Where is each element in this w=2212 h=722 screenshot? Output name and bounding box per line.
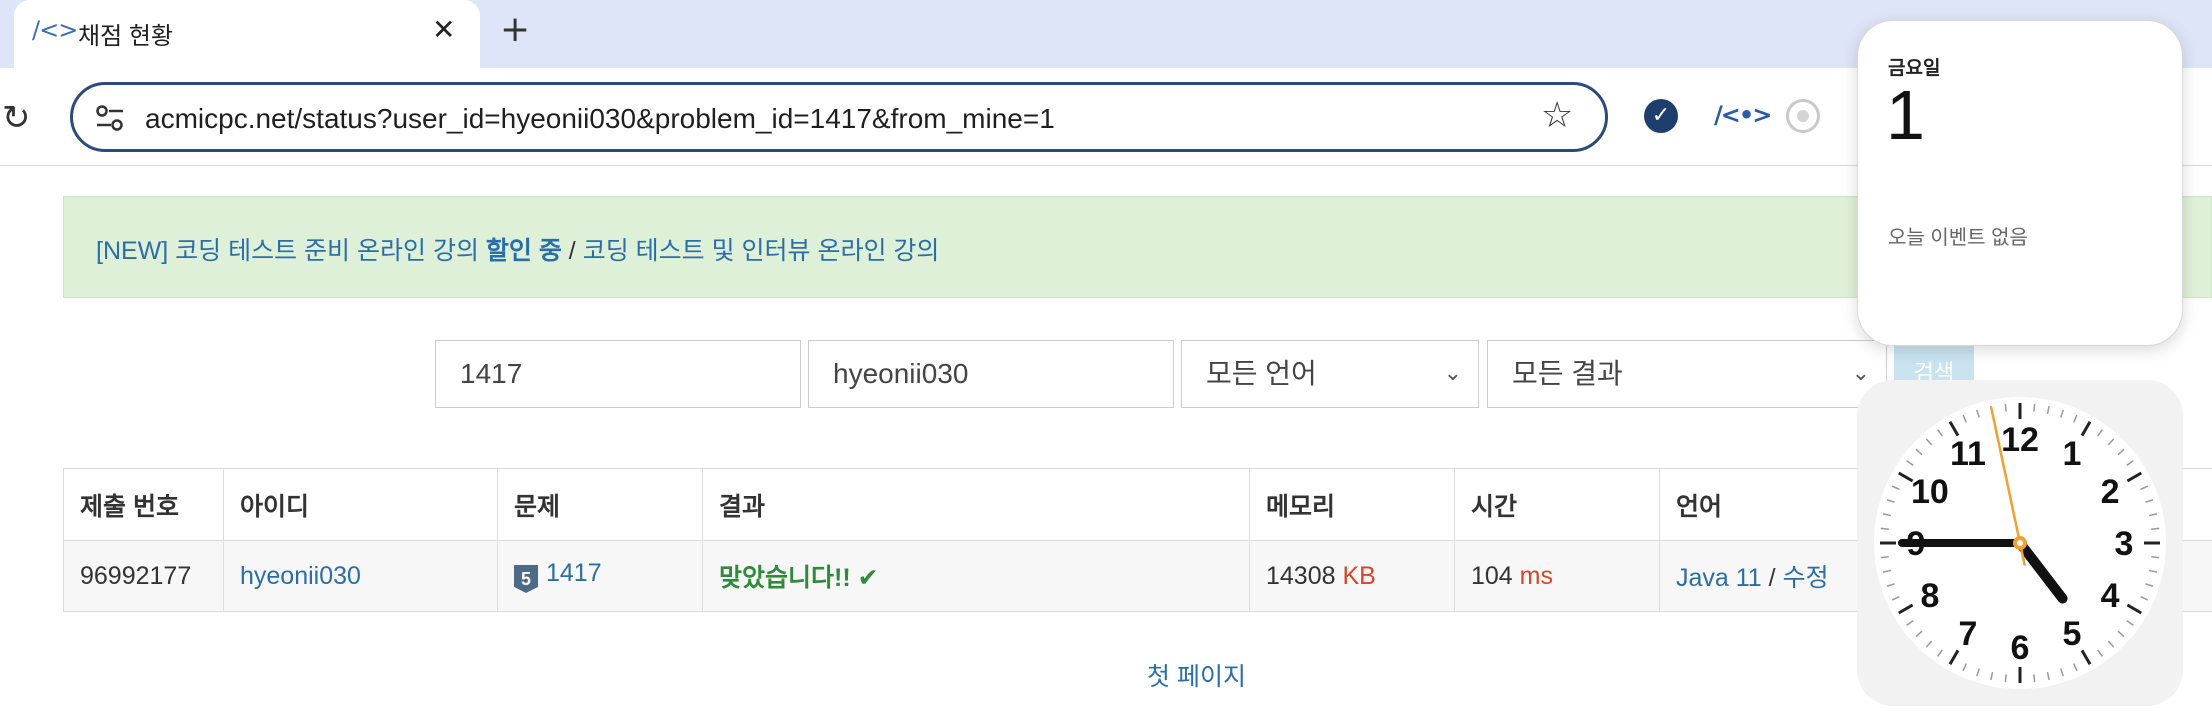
header-problem: 문제: [497, 468, 703, 541]
calendar-no-events: 오늘 이벤트 없음: [1888, 227, 2028, 249]
time-unit: ms: [1519, 561, 1553, 590]
clock-number: 12: [2001, 421, 2039, 459]
time-cell: 104 ms: [1454, 540, 1660, 612]
tab-status[interactable]: /<> 채점 현황 ✕: [14, 0, 480, 68]
problem-id-input[interactable]: 1417: [435, 340, 801, 408]
check-mark-icon: ✔: [857, 564, 879, 592]
check-extension-icon[interactable]: ✓: [1644, 99, 1678, 133]
clock-center-dot: [2017, 540, 2023, 546]
memory-cell: 14308 KB: [1249, 540, 1455, 612]
tab-close-icon[interactable]: ✕: [432, 13, 455, 46]
address-bar[interactable]: acmicpc.net/status?user_id=hyeonii030&pr…: [70, 82, 1608, 152]
clock-number: 5: [2063, 615, 2082, 653]
banner-text: [NEW] 코딩 테스트 준비 온라인 강의 할인 중 / 코딩 테스트 및 인…: [96, 237, 940, 265]
site-settings-icon[interactable]: [95, 104, 125, 132]
header-user: 아이디: [223, 468, 498, 541]
clock-number: 1: [2063, 435, 2082, 473]
user-id-input[interactable]: hyeonii030: [808, 340, 1174, 408]
clock-number: 8: [1920, 577, 1939, 615]
clock-number: 10: [1911, 473, 1949, 511]
clock-tick: [2004, 674, 2007, 683]
calendar-day: 1: [1886, 76, 1925, 154]
clock-tick: [2004, 403, 2007, 412]
clock-number: 6: [2011, 629, 2030, 667]
clock-tick: [2033, 403, 2036, 412]
result-cell: 맞았습니다!! ✔: [702, 540, 1250, 612]
clock-tick: [1880, 527, 1889, 530]
problem-cell: 5 1417: [497, 540, 703, 612]
time-value: 104: [1471, 561, 1513, 590]
problem-link[interactable]: 1417: [546, 559, 602, 587]
memory-value: 14308: [1266, 561, 1336, 590]
url-text[interactable]: acmicpc.net/status?user_id=hyeonii030&pr…: [145, 103, 1055, 135]
clock-tick: [2151, 556, 2160, 559]
clock-widget[interactable]: 121234567891011: [1857, 380, 2183, 706]
circle-extension-icon[interactable]: [1786, 99, 1820, 133]
header-submission-id: 제출 번호: [63, 468, 224, 541]
banner-link-interview[interactable]: 코딩 테스트 및 인터뷰 온라인 강의: [583, 237, 940, 265]
submission-id: 96992177: [63, 540, 224, 612]
chevron-down-icon: ⌄: [1443, 361, 1462, 386]
header-result: 결과: [702, 468, 1250, 541]
clock-number: 4: [2101, 577, 2120, 615]
clock-number: 7: [1959, 615, 1978, 653]
new-tab-button[interactable]: +: [500, 9, 530, 50]
user-link[interactable]: hyeonii030: [240, 562, 361, 590]
language-link[interactable]: Java 11: [1676, 564, 1762, 592]
result-select-value: 모든 결과: [1512, 358, 1623, 389]
memory-unit: KB: [1342, 561, 1376, 590]
bookmark-star-icon[interactable]: ☆: [1541, 95, 1573, 136]
first-page-link[interactable]: 첫 페이지: [1147, 657, 1246, 693]
language-select-value: 모든 언어: [1206, 358, 1317, 389]
banner-link-course[interactable]: [NEW] 코딩 테스트 준비 온라인 강의 할인 중: [96, 237, 562, 265]
clock-number: 11: [1950, 435, 1986, 473]
header-time: 시간: [1454, 468, 1660, 541]
header-memory: 메모리: [1249, 468, 1455, 541]
calendar-widget[interactable]: 금요일 1 오늘 이벤트 없음: [1857, 20, 2183, 346]
clock-tick: [1880, 556, 1889, 559]
tab-title: 채점 현황: [78, 23, 173, 50]
language-select[interactable]: 모든 언어 ⌄: [1181, 340, 1479, 408]
clock-tick: [2033, 674, 2036, 683]
reload-icon[interactable]: ↻: [2, 98, 31, 138]
clock-number: 2: [2101, 473, 2120, 511]
result-text: 맞았습니다!!: [719, 564, 851, 592]
analog-clock: 121234567891011: [1874, 397, 2166, 689]
clock-tick: [2151, 527, 2160, 530]
solvedac-extension-icon[interactable]: /<•>: [1714, 101, 1772, 129]
clock-number: 3: [2115, 525, 2134, 563]
result-select[interactable]: 모든 결과 ⌄: [1487, 340, 1887, 408]
site-favicon-icon: /<>: [32, 16, 78, 44]
tier-badge-icon: 5: [514, 565, 538, 593]
edit-link[interactable]: 수정: [1783, 564, 1829, 592]
